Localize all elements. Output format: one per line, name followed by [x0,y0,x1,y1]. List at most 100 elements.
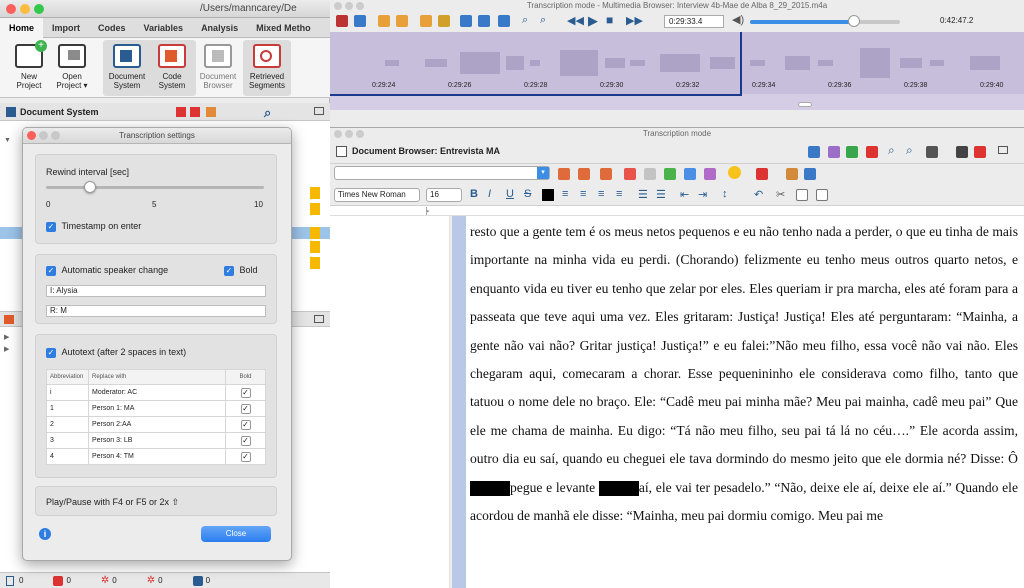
row-bold-checkbox[interactable]: ✓ [240,435,251,446]
retrieved-segments-button[interactable]: Retrieved Segments [243,40,291,96]
link-icon[interactable] [866,146,878,158]
position-slider-handle[interactable] [847,15,860,27]
code-in-vivo-icon[interactable] [578,168,590,180]
memo-icon[interactable] [420,15,432,27]
export-icon[interactable] [438,15,450,27]
open-project-button[interactable]: Open Project ▾ [48,40,96,96]
pin-icon[interactable] [756,168,768,180]
tab-home[interactable]: Home [0,17,44,38]
transcript-text[interactable]: resto que a gente tem é os meus netos pe… [470,218,1018,530]
zoom-window-icon[interactable] [356,130,364,138]
zoom-in-icon[interactable]: ⌕ [522,14,528,27]
refresh-icon[interactable] [808,146,820,158]
zoom-out-icon[interactable]: ⌕ [540,14,546,27]
speaker-change-checkbox[interactable]: ✓ [46,265,56,276]
undo-coding-icon[interactable] [786,168,798,180]
current-time-field[interactable]: 0:29:33.4 [664,15,724,28]
abbr-cell[interactable]: i [46,384,89,401]
row-bold-checkbox[interactable]: ✓ [240,451,251,462]
replace-cell[interactable]: Moderator: AC [88,384,226,401]
window-toggle-icon[interactable] [314,107,324,115]
close-window-icon[interactable] [334,2,342,10]
code-icon[interactable] [828,146,840,158]
bold-checkbox[interactable]: ✓ [224,265,234,276]
minimize-window-icon[interactable] [345,130,353,138]
document-toolbar-icon[interactable] [206,107,216,117]
rewind-icon[interactable]: ◀◀ [567,14,584,27]
row-bold-checkbox[interactable]: ✓ [240,403,251,414]
expand-arrow-icon[interactable]: ▼ [4,137,11,144]
replace-cell[interactable]: Person 3: LB [88,432,226,449]
document-system-button[interactable]: Document System [103,40,151,96]
memo-icon[interactable] [310,203,320,215]
search-icon[interactable]: ⌕ [888,143,895,158]
green-highlighter-icon[interactable] [664,168,676,180]
abbr-cell[interactable]: 1 [46,400,89,417]
font-selector[interactable]: Times New Roman [334,188,420,202]
memo-icon[interactable] [310,257,320,269]
gray-highlighter-icon[interactable] [644,168,656,180]
document-toolbar-icon[interactable] [190,107,200,117]
table-row[interactable]: 4 Person 4: TM ✓ [46,448,266,465]
memo-icon[interactable] [846,146,858,158]
document-text-area[interactable]: resto que a gente tem é os meus netos pe… [466,216,1024,588]
numbered-list-icon[interactable]: ☰ [656,188,666,201]
align-center-icon[interactable]: ≡ [580,188,586,200]
row-bold-checkbox[interactable]: ✓ [240,419,251,430]
timestamp-checkbox[interactable]: ✓ [46,221,56,232]
stop-icon[interactable]: ■ [606,13,613,27]
line-spacing-icon[interactable]: ↕ [722,188,728,200]
window-toggle-icon[interactable] [314,315,324,323]
position-slider[interactable] [750,20,900,24]
play-icon[interactable]: ▶ [588,13,598,29]
window-toggle-icon[interactable] [998,146,1008,154]
scroll-handle[interactable] [798,102,812,107]
close-window-icon[interactable] [6,4,16,14]
view-options-icon[interactable] [926,146,938,158]
purple-highlighter-icon[interactable] [704,168,716,180]
italic-button[interactable]: I [488,188,491,200]
font-size-selector[interactable]: 16 [426,188,462,202]
waveform-zoom-icon[interactable] [478,15,490,27]
bold-button[interactable]: B [470,188,478,200]
indent-icon[interactable]: ⇥ [698,188,707,201]
cut-icon[interactable]: ✂ [776,188,785,201]
search-icon[interactable]: ⌕ [264,105,271,121]
add-timestamp-icon[interactable] [396,15,408,27]
info-icon[interactable]: i [39,528,51,540]
zoom-window-icon[interactable] [34,4,44,14]
zoom-in-icon[interactable]: ⌕ [906,143,913,158]
close-window-icon[interactable] [334,130,342,138]
strikethrough-button[interactable]: S [524,188,531,200]
link-icon[interactable] [354,15,366,27]
blue-highlighter-icon[interactable] [684,168,696,180]
justify-icon[interactable]: ≡ [616,188,622,200]
print-icon[interactable] [956,146,968,158]
quick-code-icon[interactable] [558,168,570,180]
memo-icon[interactable] [310,227,320,239]
waveform-icon[interactable] [460,15,472,27]
zoom-window-icon[interactable] [356,2,364,10]
code-system-button[interactable]: Code System [148,40,196,96]
abbr-cell[interactable]: 4 [46,448,89,465]
table-row[interactable]: 3 Person 3: LB ✓ [46,432,266,449]
abbr-cell[interactable]: 3 [46,432,89,449]
table-row[interactable]: i Moderator: AC ✓ [46,384,266,401]
replace-cell[interactable]: Person 4: TM [88,448,226,465]
tab-codes[interactable]: Codes [89,18,135,38]
code-icon[interactable] [336,15,348,27]
autotext-checkbox[interactable]: ✓ [46,347,56,358]
minimize-window-icon[interactable] [345,2,353,10]
speaker2-input[interactable]: R: M [46,305,266,317]
red-highlighter-icon[interactable] [624,168,636,180]
tab-mixed-methods[interactable]: Mixed Metho [247,18,320,38]
row-bold-checkbox[interactable]: ✓ [240,387,251,398]
copy-icon[interactable] [796,189,808,201]
timestamp-icon[interactable] [378,15,390,27]
minimize-window-icon[interactable] [20,4,30,14]
close-button[interactable]: Close [201,526,271,542]
code-selector[interactable]: ▾ [334,166,550,180]
rewind-slider-track[interactable] [46,186,264,189]
new-code-icon[interactable] [600,168,612,180]
abbr-cell[interactable]: 2 [46,416,89,433]
